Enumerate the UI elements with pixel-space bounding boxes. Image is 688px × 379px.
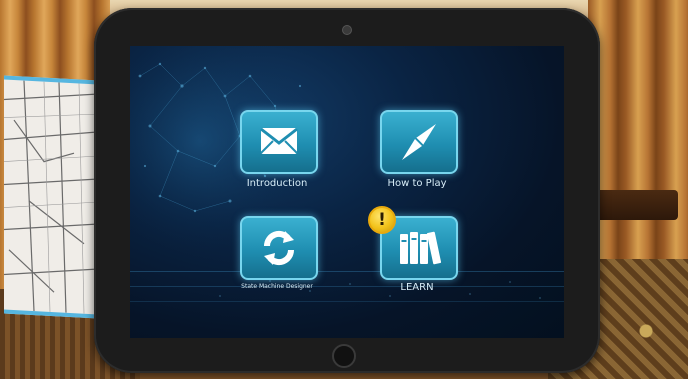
alert-badge: ! — [368, 206, 396, 234]
game-scene: Introduction How to Play State Machine D… — [0, 0, 688, 379]
learn-label: LEARN — [400, 282, 434, 293]
how-to-play-button[interactable] — [380, 110, 458, 174]
introduction-button[interactable] — [240, 110, 318, 174]
map-panel — [4, 75, 98, 319]
compass-icon — [402, 124, 436, 160]
home-button[interactable] — [332, 344, 356, 368]
envelope-icon — [260, 127, 298, 154]
how-to-play-label: How to Play — [387, 178, 447, 189]
tablet-device: Introduction How to Play State Machine D… — [94, 8, 600, 373]
state-machine-designer-label: State Machine Designer — [241, 283, 313, 290]
map-graphic — [4, 80, 94, 314]
globe-network-background — [130, 46, 564, 302]
refresh-arrows-icon — [263, 230, 295, 266]
tablet-screen: Introduction How to Play State Machine D… — [130, 46, 564, 338]
introduction-label: Introduction — [246, 178, 308, 189]
camera-icon — [342, 25, 352, 35]
state-machine-designer-button[interactable] — [240, 216, 318, 280]
